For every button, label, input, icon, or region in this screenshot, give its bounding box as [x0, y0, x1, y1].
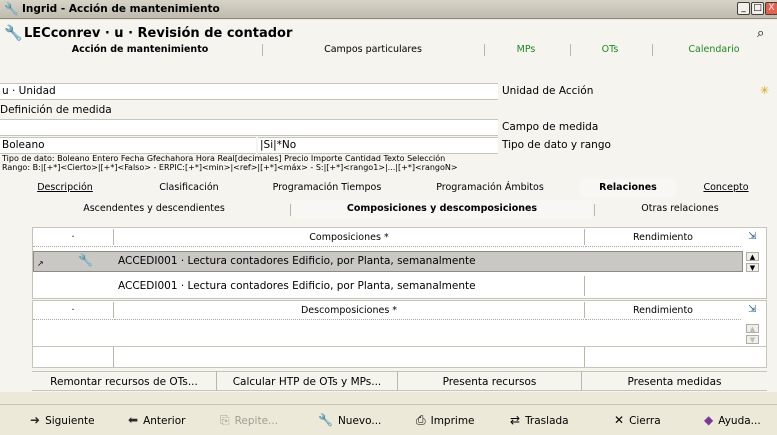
expand-columns-icon[interactable]: ⇲: [748, 231, 756, 242]
tab-separator: [484, 44, 485, 56]
anterior-button[interactable]: ⬅ Anterior: [128, 409, 185, 431]
measure-def-label: Definición de medida: [0, 104, 112, 116]
tab-calendario[interactable]: Calendario: [654, 40, 774, 60]
tab-accion-mantenimiento[interactable]: Acción de mantenimiento: [20, 40, 260, 60]
unit-label: Unidad de Acción: [502, 85, 594, 97]
tab-separator: [594, 204, 595, 216]
ayuda-button[interactable]: ◆ Ayuda...: [704, 409, 761, 431]
tab-composiciones[interactable]: Composiciones y descomposiciones: [292, 200, 592, 218]
col-dot: ·: [33, 229, 113, 247]
col-separator: [584, 347, 585, 367]
pipe-icon: 🔧: [78, 253, 93, 267]
unit-field[interactable]: u · Unidad: [0, 83, 498, 100]
pipe-icon: 🔧: [4, 2, 19, 16]
help-text-range: Rango: B:|[+*]<Cierto>|[+*]<Falso> - ERP…: [2, 163, 458, 172]
close-icon: ✕: [614, 413, 625, 427]
maximize-button[interactable]: □: [751, 2, 764, 15]
imprime-button[interactable]: ⎙ Imprime: [416, 409, 475, 431]
tab-ascendentes[interactable]: Ascendentes y descendientes: [20, 200, 288, 218]
help-text-types: Tipo de dato: Boleano Entero Fecha Gfech…: [2, 154, 446, 163]
presenta-medidas-button[interactable]: Presenta medidas: [582, 371, 767, 391]
traslada-button[interactable]: ⇄ Traslada: [510, 409, 569, 431]
tab-programacion-tiempos[interactable]: Programación Tiempos: [254, 179, 400, 197]
anterior-label: Anterior: [143, 415, 186, 427]
tab-mps[interactable]: MPs: [486, 40, 566, 60]
range-field[interactable]: |Si|*No: [258, 137, 498, 154]
sparkle-icon[interactable]: ✳: [760, 84, 769, 97]
arrow-right-icon: ➜: [30, 413, 41, 427]
col-separator: [113, 347, 114, 367]
tab-programacion-ambitos[interactable]: Programación Ámbitos: [402, 179, 578, 197]
printer-icon: ⎙: [416, 413, 426, 427]
scroll-down-button[interactable]: ▼: [746, 263, 759, 272]
new-icon: 🔧: [318, 413, 333, 427]
col-composiciones[interactable]: Composiciones *: [114, 229, 584, 247]
row-pointer-icon: ↗: [37, 259, 44, 268]
expand-columns-icon[interactable]: ⇲: [748, 304, 756, 315]
col-rendimiento[interactable]: Rendimiento: [585, 229, 741, 247]
col-rendimiento[interactable]: Rendimiento: [585, 302, 741, 320]
col-dot: ·: [33, 302, 113, 320]
tab-otras-relaciones[interactable]: Otras relaciones: [596, 200, 764, 218]
close-window-button[interactable]: X: [765, 2, 777, 15]
tab-campos-particulares[interactable]: Campos particulares: [264, 40, 482, 60]
title-bar: 🔧 Ingrid - Acción de mantenimiento _ □ X: [0, 0, 777, 19]
window-title: Ingrid - Acción de mantenimiento: [22, 3, 220, 15]
scroll-up-button[interactable]: ▲: [746, 252, 759, 261]
binoculars-icon[interactable]: ⌕: [757, 26, 764, 41]
measure-def-field[interactable]: [0, 119, 498, 136]
remontar-recursos-button[interactable]: Remontar recursos de OTs...: [32, 371, 216, 391]
scroll-up-button[interactable]: ▲: [746, 324, 759, 333]
minimize-button[interactable]: _: [737, 2, 750, 15]
siguiente-button[interactable]: ➜ Siguiente: [30, 409, 95, 431]
tab-descripcion[interactable]: Descripción: [6, 179, 124, 197]
siguiente-label: Siguiente: [45, 415, 95, 427]
type-field[interactable]: Boleano: [0, 137, 256, 154]
tab-clasificacion[interactable]: Clasificación: [126, 179, 252, 197]
tab-concepto[interactable]: Concepto: [678, 179, 774, 197]
tab-ots[interactable]: OTs: [572, 40, 648, 60]
imprime-label: Imprime: [430, 415, 475, 427]
col-separator: [584, 276, 585, 296]
ayuda-label: Ayuda...: [718, 415, 761, 427]
tab-separator: [652, 44, 653, 56]
calcular-htp-button[interactable]: Calcular HTP de OTs y MPs...: [217, 371, 397, 391]
nuevo-label: Nuevo...: [337, 415, 382, 427]
repite-label: Repite...: [234, 415, 279, 427]
tab-separator: [290, 204, 291, 216]
composition-row-text[interactable]: ACCEDI001 · Lectura contadores Edificio,…: [118, 277, 476, 296]
transfer-icon: ⇄: [510, 413, 521, 427]
traslada-label: Traslada: [525, 415, 569, 427]
nuevo-button[interactable]: 🔧 Nuevo...: [318, 409, 381, 431]
measure-field-label: Campo de medida: [502, 121, 599, 133]
repeat-icon: ⎘: [220, 413, 230, 427]
tab-relaciones[interactable]: Relaciones: [580, 179, 676, 197]
record-title: LECconrev · u · Revisión de contador: [24, 26, 293, 41]
composition-row-text[interactable]: ACCEDI001 · Lectura contadores Edificio,…: [118, 252, 476, 271]
arrow-left-icon: ⬅: [128, 413, 139, 427]
help-book-icon: ◆: [704, 413, 714, 427]
col-descomposiciones[interactable]: Descomposiciones *: [114, 302, 584, 320]
presenta-recursos-button[interactable]: Presenta recursos: [398, 371, 581, 391]
tab-separator: [262, 44, 263, 56]
repite-button[interactable]: ⎘ Repite...: [220, 409, 278, 431]
type-range-label: Tipo de dato y rango: [502, 139, 611, 151]
row-divider: [33, 346, 766, 347]
tab-separator: [570, 44, 571, 56]
scroll-down-button[interactable]: ▼: [746, 335, 759, 344]
cierra-label: Cierra: [629, 415, 661, 427]
cierra-button[interactable]: ✕ Cierra: [614, 409, 661, 431]
